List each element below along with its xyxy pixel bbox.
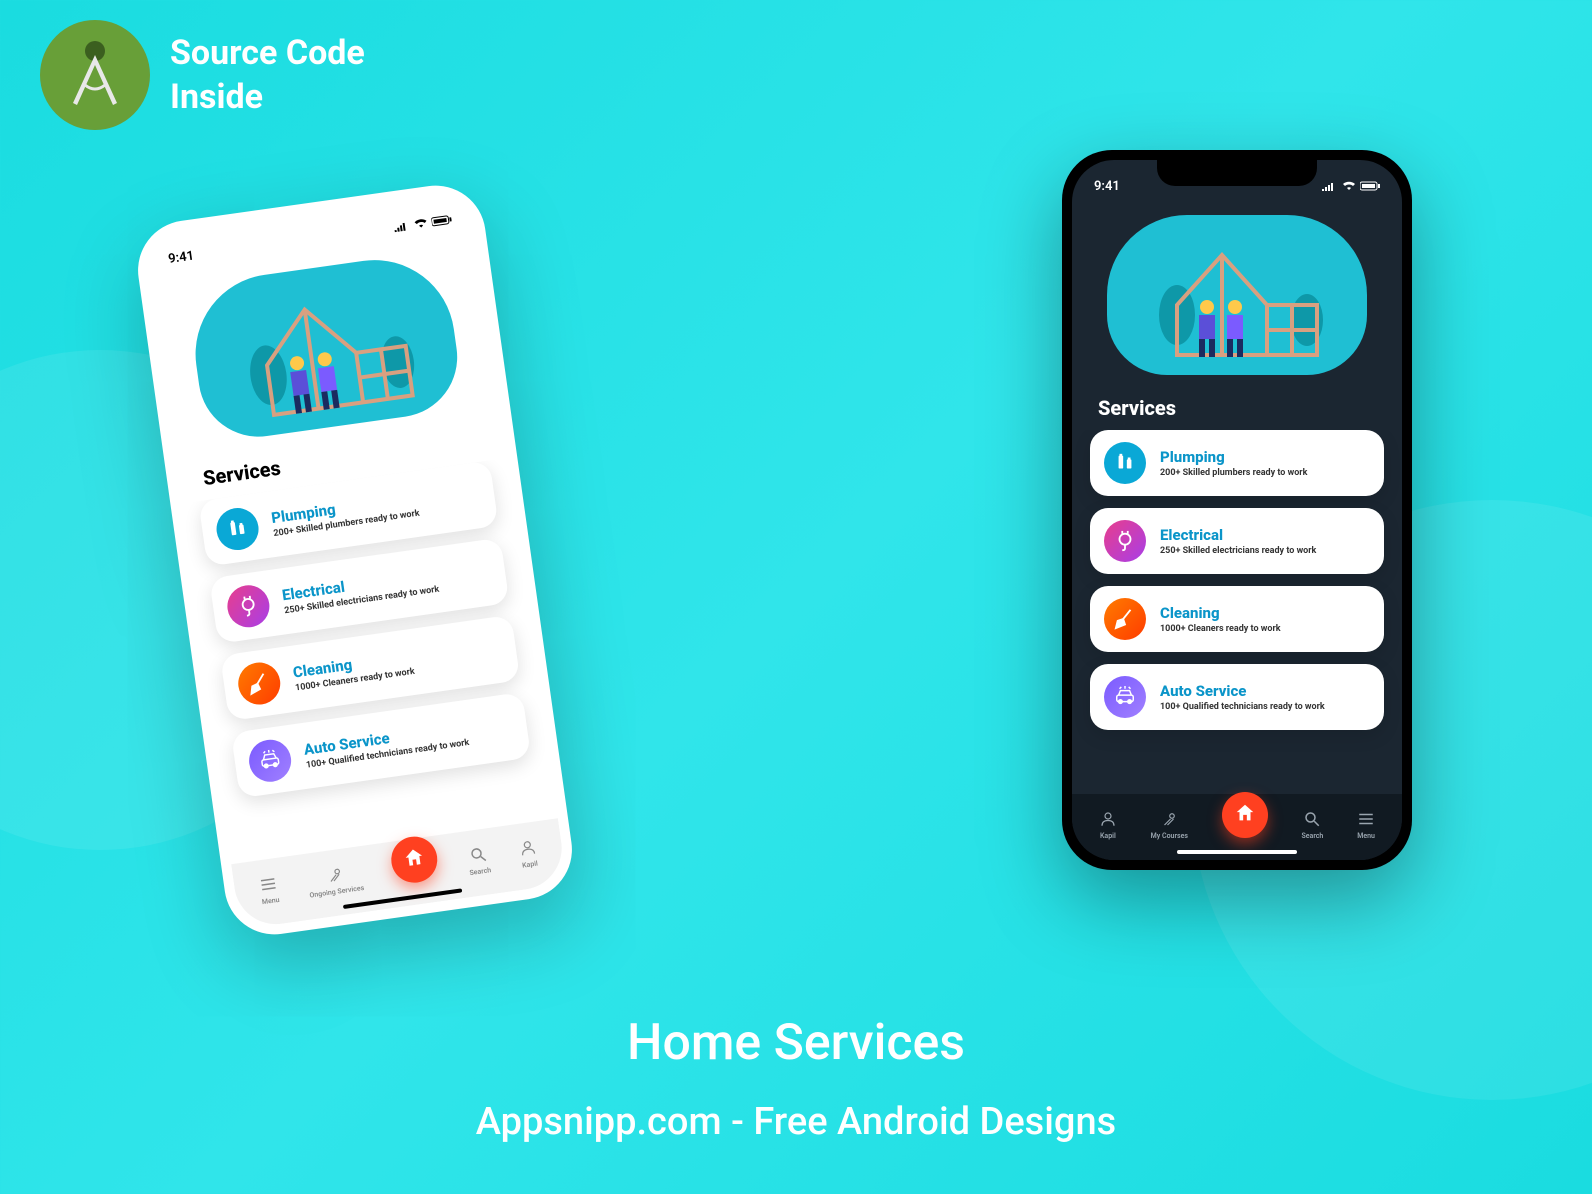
status-icons (393, 214, 452, 232)
phone-mockup-dark: 9:41 Serv (1062, 150, 1412, 870)
plumbing-icon (1104, 442, 1146, 484)
service-list-dark: Plumping 200+ Skilled plumbers ready to w… (1072, 430, 1402, 794)
service-subtitle: 200+ Skilled plumbers ready to work (1160, 468, 1307, 478)
service-list-light: Plumping200+ Skilled plumbers ready to w… (180, 458, 557, 864)
status-icons (1322, 181, 1380, 191)
service-card-auto-service[interactable]: Auto Service 100+ Qualified technicians r… (1090, 664, 1384, 730)
service-title: Auto Service (1160, 682, 1325, 700)
service-subtitle: 1000+ Cleaners ready to work (1160, 624, 1281, 634)
user-icon (517, 838, 538, 860)
hero-illustration (1072, 200, 1402, 390)
home-icon (1234, 802, 1256, 828)
nav-label: Ongoing Services (309, 884, 365, 900)
badge-line1: Source Code (170, 31, 365, 75)
service-title: Plumping (1160, 448, 1307, 466)
source-code-badge: Source Code Inside (40, 20, 365, 130)
nav-my-courses[interactable]: My Courses (1151, 810, 1188, 840)
menu-icon (258, 874, 279, 896)
service-card-plumping[interactable]: Plumping 200+ Skilled plumbers ready to w… (1090, 430, 1384, 496)
nav-kapil[interactable]: Kapil (517, 838, 539, 870)
menu-icon (1357, 810, 1375, 830)
nav-search[interactable]: Search (466, 844, 492, 877)
nav-label: Menu (261, 896, 280, 906)
nav-search[interactable]: Search (1302, 810, 1324, 840)
badge-line2: Inside (170, 75, 365, 119)
footer-title: Home Services (0, 1014, 1592, 1072)
phone-notch (1157, 160, 1317, 186)
plug-icon (1104, 520, 1146, 562)
service-card-electrical[interactable]: Electrical 250+ Skilled electricians read… (1090, 508, 1384, 574)
section-title: Services (1072, 390, 1402, 430)
broom-icon (236, 660, 283, 707)
nav-label: Kapil (522, 860, 539, 870)
nav-menu[interactable]: Menu (1357, 810, 1375, 840)
footer-subtitle: Appsnipp.com - Free Android Designs (0, 1100, 1592, 1144)
nav-ongoing-services[interactable]: Ongoing Services (306, 862, 365, 899)
search-icon (1303, 810, 1321, 830)
service-title: Cleaning (1160, 604, 1281, 622)
tools-icon (1160, 810, 1178, 830)
home-indicator (1177, 850, 1297, 854)
nav-label: Kapil (1100, 832, 1116, 840)
tools-icon (324, 865, 345, 887)
status-time: 9:41 (1094, 179, 1120, 194)
user-icon (1099, 810, 1117, 830)
nav-label: Search (469, 866, 492, 877)
service-subtitle: 250+ Skilled electricians ready to work (1160, 546, 1316, 556)
footer: Home Services Appsnipp.com - Free Androi… (0, 1014, 1592, 1144)
car-icon (1104, 676, 1146, 718)
car-icon (246, 737, 293, 784)
android-studio-icon (40, 20, 150, 130)
status-time: 9:41 (167, 248, 195, 266)
search-icon (468, 845, 489, 867)
service-title: Electrical (1160, 526, 1316, 544)
nav-menu[interactable]: Menu (258, 874, 280, 906)
service-subtitle: 100+ Qualified technicians ready to work (1160, 702, 1325, 712)
nav-label: Menu (1357, 832, 1375, 840)
nav-label: Search (1302, 832, 1324, 840)
nav-kapil[interactable]: Kapil (1099, 810, 1117, 840)
plumbing-icon (214, 505, 261, 552)
nav-label: My Courses (1151, 832, 1188, 840)
nav-home-button[interactable] (388, 834, 440, 886)
broom-icon (1104, 598, 1146, 640)
nav-home-button[interactable] (1222, 792, 1268, 838)
service-card-cleaning[interactable]: Cleaning 1000+ Cleaners ready to work (1090, 586, 1384, 652)
plug-icon (225, 583, 272, 630)
home-icon (401, 845, 426, 874)
